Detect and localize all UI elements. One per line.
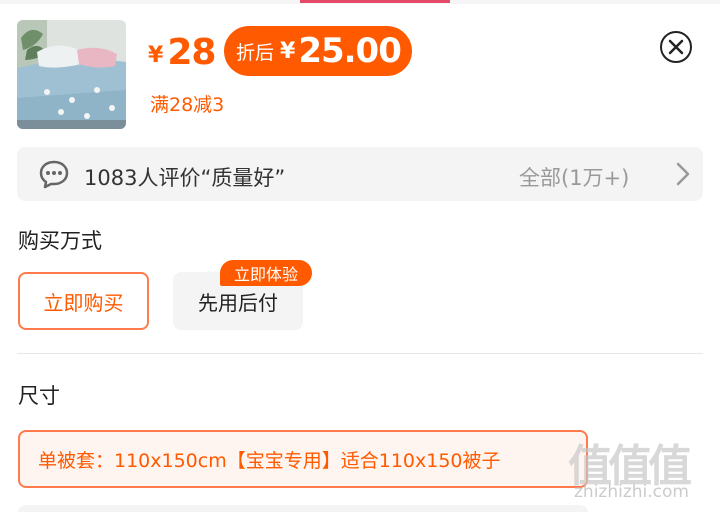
- watermark-glyphs: 值值值: [568, 441, 692, 492]
- watermark-site: zhizhizhi.com: [574, 482, 689, 502]
- promo-text: 满28减3: [150, 94, 225, 116]
- site-watermark: 值值值 zhizhizhi.com: [568, 430, 716, 510]
- discount-price-badge: 折后 ¥ 25.00: [224, 26, 412, 76]
- size-option-selected[interactable]: 单被套：110x150cm【宝宝专用】适合110x150被子: [18, 430, 588, 488]
- product-thumbnail: [17, 20, 126, 129]
- currency-symbol: ¥: [148, 42, 164, 68]
- price: 28: [167, 31, 216, 73]
- price-row: ¥ 28: [148, 26, 216, 78]
- close-button[interactable]: [660, 31, 692, 63]
- discount-price: 25.00: [298, 31, 402, 71]
- section-divider: [17, 353, 703, 354]
- review-summary-text: 1083人评价“质量好”: [84, 166, 286, 190]
- top-strip: [0, 0, 720, 4]
- review-summary-bar[interactable]: 1083人评价“质量好” 全部(1万+): [17, 147, 703, 201]
- size-option-next[interactable]: [18, 505, 588, 512]
- discount-currency: ¥: [280, 38, 296, 64]
- size-title: 尺寸: [18, 384, 60, 408]
- close-icon: [668, 39, 684, 55]
- purchase-method-title: 购买万式: [18, 229, 102, 253]
- buy-now-option[interactable]: 立即购买: [18, 272, 149, 330]
- top-accent-bar: [300, 0, 450, 3]
- try-now-badge: 立即体验: [220, 260, 312, 286]
- chat-bubble-icon: [39, 160, 69, 189]
- discount-label: 折后: [236, 41, 275, 64]
- review-all-link[interactable]: 全部(1万+): [519, 162, 629, 192]
- chevron-right-icon: [676, 162, 690, 186]
